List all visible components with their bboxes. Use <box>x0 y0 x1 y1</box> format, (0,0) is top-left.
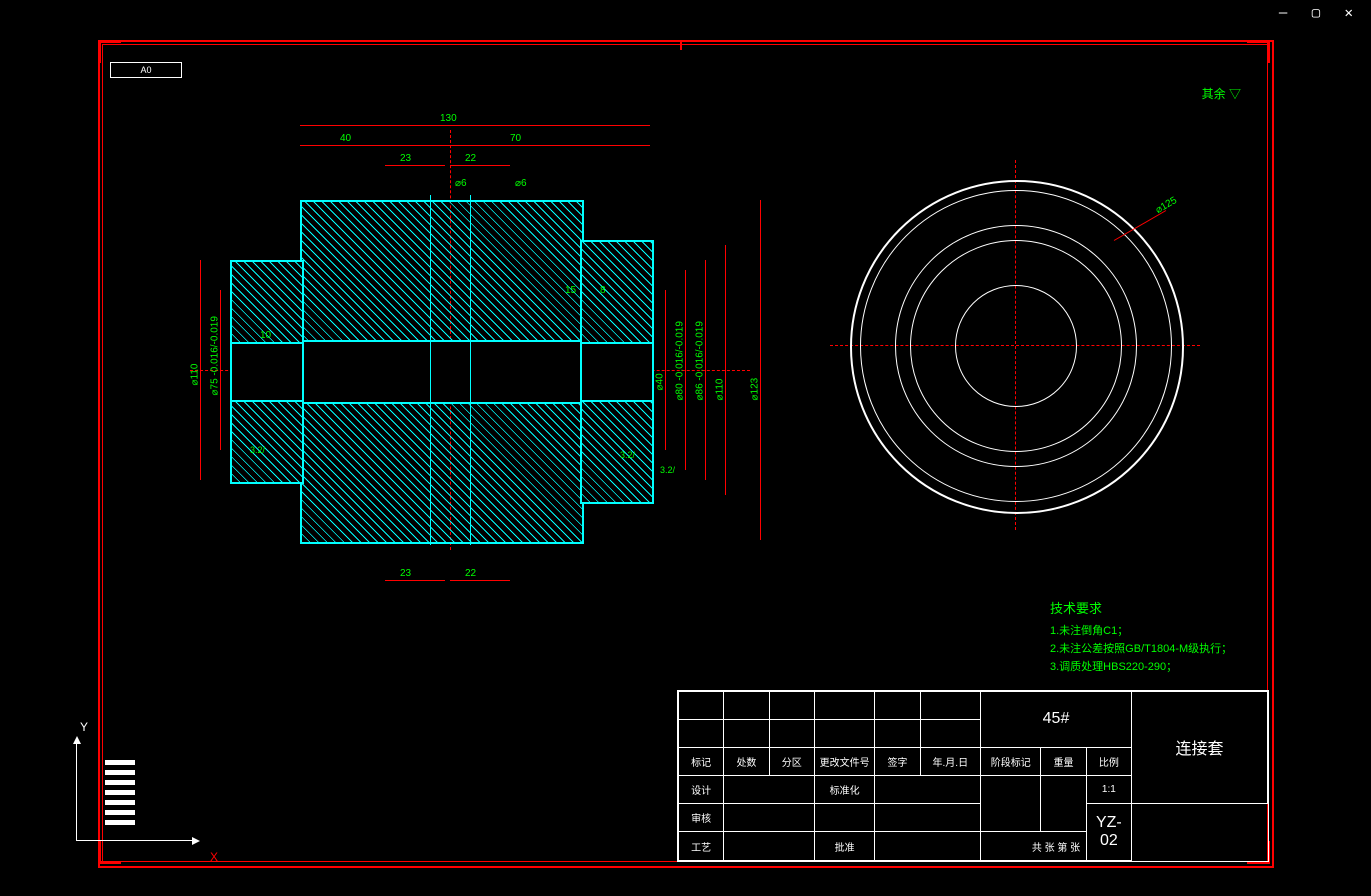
dim-10-text: 10 <box>260 330 271 341</box>
scale-marks <box>105 760 135 830</box>
hdr-file: 更改文件号 <box>814 747 874 775</box>
surface-32a: 3.2/ <box>250 445 265 455</box>
hdr-weight: 重量 <box>1041 747 1086 775</box>
dim-phi6b: ⌀6 <box>515 178 527 189</box>
dim-phi123-text: ⌀123 <box>750 378 761 401</box>
groove-1 <box>430 195 431 545</box>
dim-22a-text: 22 <box>465 153 476 164</box>
dim-22b-text: 22 <box>465 568 476 579</box>
dim-23b <box>385 580 445 581</box>
dim-phi80-text: ⌀80 -0.016/-0.019 <box>675 321 686 400</box>
cad-canvas[interactable]: — ▢ ✕ A0 其余 ▽ Y X 130 40 70 <box>0 0 1371 896</box>
hdr-sign: 签字 <box>875 747 920 775</box>
dim-130-text: 130 <box>440 113 457 124</box>
dim-70-text: 70 <box>510 133 521 144</box>
dim-phi110b <box>725 245 726 495</box>
dim-phi75-text: ⌀75 -0.016/-0.019 <box>210 316 221 395</box>
sheet-size-tag: A0 <box>110 62 182 78</box>
ucs-y-label: Y <box>80 720 88 734</box>
dim-130 <box>300 125 650 126</box>
dim-23a <box>385 165 445 166</box>
circle-inner <box>955 285 1077 407</box>
hdr-standardize: 标准化 <box>814 775 874 803</box>
hatch-bottom <box>300 400 584 544</box>
hdr-stage: 阶段标记 <box>981 747 1041 775</box>
section-view <box>230 200 710 540</box>
ucs-y-axis <box>76 740 77 840</box>
hatch-top <box>300 200 584 344</box>
dim-23a-text: 23 <box>400 153 411 164</box>
hdr-count: 处数 <box>724 747 769 775</box>
hdr-process: 工艺 <box>679 832 724 861</box>
frame-tick <box>680 40 682 50</box>
hdr-mark: 标记 <box>679 747 724 775</box>
dim-23b-text: 23 <box>400 568 411 579</box>
right-boss-hatch-t <box>580 240 654 344</box>
dim-phi110b-text: ⌀110 <box>715 379 726 401</box>
dim-8-text: 8 <box>600 285 606 296</box>
bore <box>300 340 584 404</box>
corner-bl <box>98 841 121 864</box>
dim-15-text: 15 <box>565 285 576 296</box>
ucs-x-axis <box>76 840 196 841</box>
hdr-check: 审核 <box>679 803 724 832</box>
left-boss-hatch-b <box>230 400 304 484</box>
title-block: 45# 连接套 标记 处数 分区 更改文件号 签字 年.月.日 阶段标记 重量 … <box>677 690 1269 862</box>
surface-32c: 3.2/ <box>660 465 675 475</box>
partname-cell: 连接套 <box>1132 692 1268 804</box>
ucs-x-label: X <box>210 850 218 864</box>
tech-req-3: 3.调质处理HBS220-290； <box>1050 658 1232 676</box>
dim-40 <box>300 145 410 146</box>
dim-22b <box>450 580 510 581</box>
tech-req-1: 1.未注倒角C1； <box>1050 622 1232 640</box>
dim-phi6a: ⌀6 <box>455 178 467 189</box>
tech-requirements: 技术要求 1.未注倒角C1； 2.未注公差按照GB/T1804-M级执行； 3.… <box>1050 600 1232 676</box>
hdr-zone: 分区 <box>769 747 814 775</box>
dim-phi110a-text: ⌀110 <box>190 364 201 386</box>
dim-70 <box>410 145 650 146</box>
right-boss-hatch-b <box>580 400 654 504</box>
surface-32b: 3.2/ <box>620 450 635 460</box>
dim-phi40-text: ⌀40 <box>655 373 666 390</box>
hdr-design: 设计 <box>679 775 724 803</box>
groove-2 <box>470 195 471 545</box>
material-cell: 45# <box>981 692 1132 748</box>
dim-40-text: 40 <box>340 133 351 144</box>
hdr-date: 年.月.日 <box>920 747 980 775</box>
dim-phi86-text: ⌀86 -0.016/-0.019 <box>695 321 706 400</box>
hdr-ratio: 比例 <box>1086 747 1131 775</box>
surface-default-note: 其余 ▽ <box>1202 85 1241 102</box>
corner-tl <box>98 40 121 63</box>
tech-req-title: 技术要求 <box>1050 600 1232 618</box>
dim-phi40 <box>665 290 666 450</box>
hdr-approve: 批准 <box>814 832 874 861</box>
dim-phi123 <box>760 200 761 540</box>
scale-cell: 1:1 <box>1086 775 1131 803</box>
tech-req-2: 2.未注公差按照GB/T1804-M级执行； <box>1050 640 1232 658</box>
dim-22a <box>450 165 510 166</box>
window-controls[interactable]: — ▢ ✕ <box>1279 5 1361 21</box>
corner-tr <box>1247 40 1270 63</box>
